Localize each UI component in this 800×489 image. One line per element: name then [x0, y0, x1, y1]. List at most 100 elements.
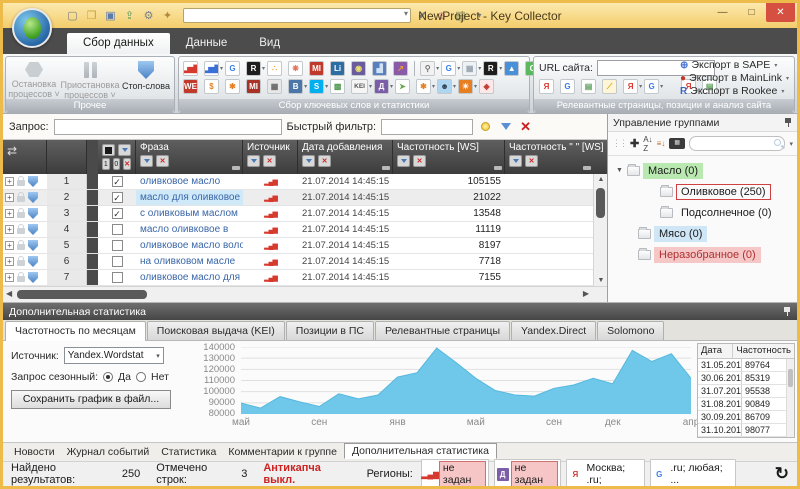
- scroll-left-icon[interactable]: ◀: [6, 289, 12, 298]
- export-link[interactable]: R Экспорт в Rookee ▾: [680, 85, 790, 97]
- service-icon[interactable]: G ▾: [644, 79, 664, 94]
- toolbar-options-icon[interactable]: ▾: [472, 8, 487, 23]
- service-icon[interactable]: ▾: [414, 61, 415, 76]
- tree-item-label[interactable]: Мясо (0): [654, 226, 707, 242]
- stats-tab[interactable]: Позиции в ПС: [286, 321, 374, 340]
- bottom-tab[interactable]: Комментарии к группе: [223, 445, 342, 459]
- ribbon-big-button[interactable]: Приостановкапроцессов ˅: [62, 57, 118, 99]
- service-icon[interactable]: ☀ ▾: [458, 79, 478, 94]
- expand-row-icon[interactable]: [5, 241, 14, 250]
- service-icon[interactable]: Д ▾: [374, 79, 394, 94]
- table-row[interactable]: 1 оливковое масло 21.07.2014 14:45:15 10…: [3, 174, 593, 190]
- service-icon[interactable]: ▤ ▾: [581, 79, 601, 94]
- ws2-filter-icon[interactable]: [509, 155, 522, 167]
- service-icon[interactable]: G ▾: [225, 61, 245, 76]
- column-pin-icon[interactable]: [583, 166, 591, 170]
- table-header-date[interactable]: Дата: [698, 344, 733, 358]
- service-icon[interactable]: G ▾: [441, 61, 461, 76]
- panel-more-icon[interactable]: ▾: [789, 140, 793, 148]
- stopword-shield-icon[interactable]: [28, 176, 38, 187]
- tree-item-label[interactable]: Оливковое (250): [676, 184, 771, 200]
- stopword-shield-icon[interactable]: [28, 256, 38, 267]
- header-number-column[interactable]: [47, 140, 87, 174]
- service-icon[interactable]: ▦ ▾: [267, 79, 287, 94]
- service-icon[interactable]: ▂▅▇ ▾: [204, 61, 224, 76]
- ws-clear-icon[interactable]: [413, 155, 426, 167]
- new-project-icon[interactable]: ▢: [65, 8, 80, 23]
- select-zeros-icon[interactable]: [113, 158, 121, 170]
- header-frequency-ws[interactable]: Частотность [WS]: [393, 140, 505, 174]
- key-collector-logo-button[interactable]: [12, 8, 52, 48]
- export-link[interactable]: ⊕ Экспорт в SAPE ▾: [680, 59, 790, 71]
- save-project-icon[interactable]: ▣: [103, 8, 118, 23]
- phrase-filter-icon[interactable]: [140, 155, 153, 167]
- tree-item[interactable]: ▼ Подсолнечное (0): [608, 202, 797, 223]
- scroll-up-icon[interactable]: ▲: [594, 176, 608, 183]
- table-row[interactable]: 3 с оливковым маслом 21.07.2014 14:45:15…: [3, 206, 593, 222]
- service-icon[interactable]: ◈ ▾: [479, 79, 499, 94]
- table-header-frequency[interactable]: Частотность: [733, 344, 794, 358]
- tree-item-label[interactable]: Подсолнечное (0): [676, 205, 777, 221]
- seasonal-yes-radio[interactable]: [103, 372, 113, 382]
- service-icon[interactable]: ❋ ▾: [288, 61, 308, 76]
- table-scroll-thumb[interactable]: [788, 369, 793, 387]
- filter-funnel-icon[interactable]: [498, 119, 513, 134]
- row-checkbox[interactable]: [112, 192, 123, 203]
- ws-filter-icon[interactable]: [397, 155, 410, 167]
- table-row[interactable]: 7 оливковое масло для волос 21.07.2014 1…: [3, 270, 593, 286]
- service-icon[interactable]: Li ▾: [330, 61, 350, 76]
- phrase-cell[interactable]: масло для оливковое: [136, 190, 243, 205]
- date-clear-icon[interactable]: [318, 155, 331, 167]
- header-frequency-ws-quoted[interactable]: Частотность " " [WS]: [505, 140, 593, 174]
- service-icon[interactable]: R ▾: [483, 61, 503, 76]
- column-pin-icon[interactable]: [494, 166, 502, 170]
- service-icon[interactable]: ↗ ▾: [393, 61, 413, 76]
- service-icon[interactable]: ▦ ▾: [462, 61, 482, 76]
- stats-tab[interactable]: Yandex.Direct: [511, 321, 596, 340]
- service-icon[interactable]: Я ▾: [539, 79, 559, 94]
- scroll-right-icon[interactable]: ▶: [583, 289, 589, 298]
- source-clear-icon[interactable]: [263, 155, 276, 167]
- source-combobox[interactable]: Yandex.Wordstat▾: [64, 347, 164, 364]
- clear-filter-icon[interactable]: ✕: [518, 119, 533, 134]
- vertical-scroll-thumb[interactable]: [596, 188, 605, 218]
- ribbon-tab[interactable]: Сбор данных: [67, 33, 170, 54]
- tree-item[interactable]: ▼ Оливковое (250): [608, 181, 797, 202]
- export-link[interactable]: ● Экспорт в MainLink ▾: [680, 72, 790, 84]
- source-filter-icon[interactable]: [247, 155, 260, 167]
- maximize-button[interactable]: □: [737, 3, 766, 22]
- captcha-icon[interactable]: ☺: [434, 8, 449, 23]
- stats-pin-icon[interactable]: [783, 307, 791, 317]
- table-row[interactable]: 6 на оливковом масле 21.07.2014 14:45:15…: [3, 254, 593, 270]
- bottom-tab[interactable]: Журнал событий: [62, 445, 155, 459]
- stopword-shield-icon[interactable]: [28, 208, 38, 219]
- phrase-clear-icon[interactable]: [156, 155, 169, 167]
- service-icon[interactable]: B ▾: [288, 79, 308, 94]
- region-badge[interactable]: Д не задан: [494, 459, 562, 489]
- service-icon[interactable]: ▟ ▾: [372, 61, 392, 76]
- refresh-icon[interactable]: ↻: [775, 464, 789, 484]
- row-checkbox[interactable]: [112, 256, 123, 267]
- header-date[interactable]: Дата добавления: [298, 140, 393, 174]
- ribbon-tab[interactable]: Данные: [170, 33, 244, 54]
- query-input[interactable]: [54, 119, 282, 135]
- service-icon[interactable]: ✱ ▾: [225, 79, 245, 94]
- wand-icon[interactable]: ✦: [160, 8, 175, 23]
- add-group-icon[interactable]: ✚: [630, 137, 639, 150]
- check-icon[interactable]: ✔: [415, 8, 430, 23]
- sort-color-icon[interactable]: ≡↓: [657, 139, 666, 148]
- service-icon[interactable]: ⟋ ▾: [602, 79, 622, 94]
- service-icon[interactable]: ☻ ▾: [437, 79, 457, 94]
- expand-row-icon[interactable]: [5, 273, 14, 282]
- pin-icon[interactable]: [784, 118, 792, 128]
- expand-row-icon[interactable]: [5, 193, 14, 202]
- bottom-tab[interactable]: Статистика: [156, 445, 221, 459]
- stopword-shield-icon[interactable]: [28, 192, 38, 203]
- tree-item[interactable]: ▼ Масло (0): [608, 160, 797, 181]
- row-checkbox[interactable]: [112, 240, 123, 251]
- service-icon[interactable]: G ▾: [560, 79, 580, 94]
- row-checkbox[interactable]: [112, 208, 123, 219]
- minimize-button[interactable]: —: [708, 3, 737, 22]
- stopword-shield-icon[interactable]: [28, 272, 38, 283]
- service-icon[interactable]: R ▾: [246, 61, 266, 76]
